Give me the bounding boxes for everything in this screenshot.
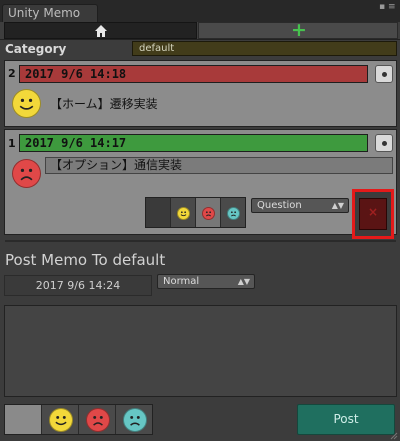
memo-index: 1 [8,137,16,150]
memo-date-header: 2017 9/6 14:18 [19,65,368,83]
sad-face-icon [86,408,110,432]
memo-settings-button[interactable] [375,134,393,152]
delete-memo-button[interactable]: × [359,198,387,230]
neutral-face-icon [227,207,240,220]
dropdown-arrow-icon: ▲▼ [331,201,344,210]
post-title: Post Memo To default [5,251,166,269]
post-face-option-sad[interactable] [79,405,116,434]
window-tab[interactable]: Unity Memo [2,4,98,22]
memo-card-expanded: 1 2017 9/6 14:17 【オプション】通信実装 Question ▲▼ [4,129,397,235]
neutral-face-icon [123,408,147,432]
memo-date-header: 2017 9/6 14:17 [19,134,368,152]
home-icon [95,25,107,37]
memo-text-field[interactable]: 【オプション】通信実装 [45,157,393,174]
happy-face-icon [177,207,190,220]
post-face-option-none[interactable] [5,405,42,434]
face-selector [145,197,246,228]
close-icon: × [368,205,379,219]
memo-text: 【ホーム】遷移実装 [50,97,158,111]
post-text-area[interactable] [4,305,397,397]
face-option-neutral[interactable] [221,198,246,227]
face-option-none[interactable] [146,198,171,227]
menu-icon[interactable]: ≡ [388,2,396,12]
post-face-option-happy[interactable] [42,405,79,434]
happy-face-icon [12,89,41,118]
happy-face-icon [49,408,73,432]
add-memo-button[interactable]: + [198,19,398,41]
sad-face-icon [202,207,215,220]
category-select[interactable]: default [132,41,397,56]
post-type-select[interactable]: Normal ▲▼ [157,274,255,289]
home-button[interactable] [4,22,197,39]
category-label: Category [5,42,67,56]
post-button[interactable]: Post [297,404,395,435]
face-option-happy[interactable] [171,198,196,227]
memo-settings-button[interactable] [375,65,393,83]
post-face-selector [4,404,153,435]
sad-face-icon [12,159,41,188]
post-type-value: Normal [163,276,200,287]
post-date: 2017 9/6 14:24 [4,275,152,296]
face-option-sad[interactable] [196,198,221,227]
lock-icon[interactable]: ▪ [379,2,385,12]
memo-type-select[interactable]: Question ▲▼ [251,198,349,213]
divider [5,240,396,242]
resize-handle-icon[interactable] [390,432,398,440]
plus-icon: + [291,19,307,41]
memo-index: 2 [8,67,16,80]
window-title: Unity Memo [8,6,81,20]
post-face-option-neutral[interactable] [116,405,153,434]
dropdown-arrow-icon: ▲▼ [237,277,250,286]
delete-memo-highlight: × [352,189,394,239]
memo-card: 2 2017 9/6 14:18 【ホーム】遷移実装 [4,60,397,127]
memo-type-value: Question [257,200,302,211]
